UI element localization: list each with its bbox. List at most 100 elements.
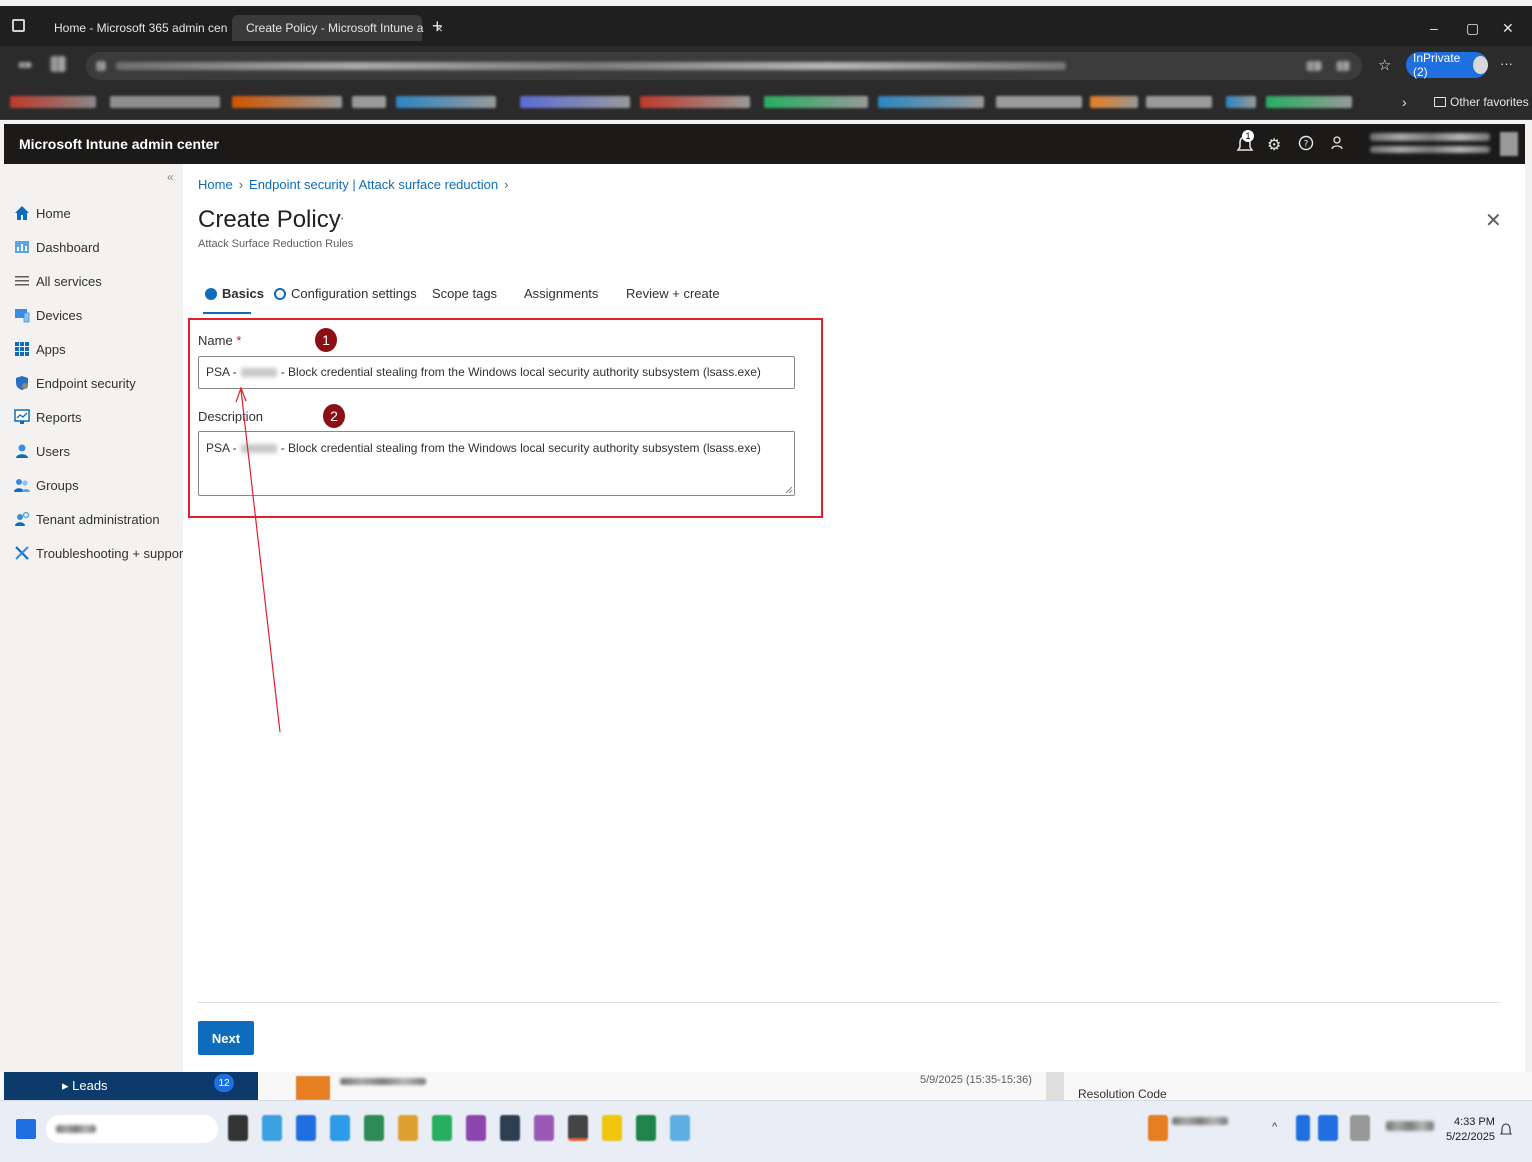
panel-divider	[1046, 1072, 1064, 1100]
favorite-item[interactable]	[878, 96, 984, 108]
taskbar-app-icon[interactable]	[296, 1115, 316, 1141]
address-bar-row: ☆ InPrivate (2) ···	[0, 46, 1532, 86]
taskbar-app-icon[interactable]	[228, 1115, 248, 1141]
tenant-admin-icon	[15, 511, 30, 526]
taskbar-app-icon[interactable]	[330, 1115, 350, 1141]
browser-menu-button[interactable]: ···	[1500, 56, 1513, 71]
page-subtitle: Attack Surface Reduction Rules	[198, 238, 354, 250]
sidebar-item-troubleshooting[interactable]: Troubleshooting + support	[14, 541, 187, 565]
sidebar-item-users[interactable]: Users	[14, 439, 70, 463]
clock-time: 4:33 PM	[1453, 1116, 1495, 1128]
favorite-item[interactable]	[1226, 96, 1256, 108]
collapse-sidebar-button[interactable]: «	[167, 170, 174, 184]
breadcrumb-home-link[interactable]: Home	[198, 177, 233, 192]
new-tab-button[interactable]: +	[432, 16, 443, 37]
inprivate-badge[interactable]: InPrivate (2)	[1406, 51, 1488, 79]
notification-bell-icon[interactable]	[1500, 1123, 1512, 1137]
browser-tab-intune[interactable]: Create Policy - Microsoft Intune a ×	[232, 15, 443, 41]
sidebar-item-home[interactable]: Home	[14, 201, 71, 225]
favorite-item[interactable]	[640, 96, 750, 108]
sidebar-item-dashboard[interactable]: Dashboard	[14, 235, 100, 259]
url-input[interactable]	[86, 52, 1362, 80]
sidebar-item-tenant-administration[interactable]: Tenant administration	[14, 507, 160, 531]
leads-count-badge: 12	[214, 1074, 234, 1092]
record-date-range: 5/9/2025 (15:35-15:36)	[920, 1074, 1032, 1086]
tray-icon[interactable]	[1318, 1115, 1338, 1141]
restore-button[interactable]: ▢	[1466, 20, 1479, 37]
site-info-icon[interactable]	[96, 61, 106, 71]
breadcrumb-endpoint-security-link[interactable]: Endpoint security | Attack surface reduc…	[249, 177, 498, 192]
favorite-item[interactable]	[1266, 96, 1352, 108]
settings-gear-icon[interactable]: ⚙	[1267, 135, 1281, 155]
favorite-item[interactable]	[232, 96, 342, 108]
reload-icon[interactable]	[50, 56, 66, 74]
sidebar-item-apps[interactable]: Apps	[14, 337, 66, 361]
taskbar-app-icon-active[interactable]	[568, 1115, 588, 1141]
tab-actions-icon[interactable]	[12, 19, 25, 32]
feedback-icon[interactable]	[1330, 135, 1346, 156]
favorite-item[interactable]	[1090, 96, 1138, 108]
help-icon[interactable]: ?	[1298, 135, 1314, 156]
favorite-item[interactable]	[520, 96, 630, 108]
sidebar-item-endpoint-security[interactable]: Endpoint security	[14, 371, 136, 395]
more-options-button[interactable]: ···	[329, 210, 345, 228]
browser-tab-m365[interactable]: Home - Microsoft 365 admin cen ×	[40, 15, 247, 41]
tray-status-icons[interactable]	[1386, 1121, 1434, 1131]
taskbar-app-icon[interactable]	[466, 1115, 486, 1141]
tab-basics[interactable]: Basics	[205, 286, 264, 301]
taskbar-app-icon[interactable]	[432, 1115, 452, 1141]
next-button[interactable]: Next	[198, 1021, 254, 1055]
taskbar-app-icon[interactable]	[500, 1115, 520, 1141]
favorite-item[interactable]	[1146, 96, 1212, 108]
taskbar-app-icon[interactable]	[670, 1115, 690, 1141]
favorite-item[interactable]	[396, 96, 496, 108]
resize-handle-icon[interactable]	[785, 486, 793, 494]
list-icon	[15, 276, 29, 286]
sidebar-item-reports[interactable]: Reports	[14, 405, 82, 429]
close-blade-button[interactable]: ✕	[1485, 208, 1502, 233]
favorites-overflow-icon[interactable]: ›	[1402, 94, 1407, 110]
shield-icon	[16, 376, 28, 390]
tray-overflow-icon[interactable]: ^	[1272, 1121, 1277, 1133]
sidebar-item-devices[interactable]: Devices	[14, 303, 82, 327]
groups-icon	[14, 479, 30, 492]
favorite-item[interactable]	[352, 96, 386, 108]
favorite-item[interactable]	[764, 96, 868, 108]
resolution-code-label: Resolution Code	[1078, 1087, 1167, 1100]
tray-icon[interactable]	[1296, 1115, 1310, 1141]
taskbar-app-icon[interactable]	[262, 1115, 282, 1141]
tab-configuration-settings[interactable]: Configuration settings	[274, 286, 417, 301]
taskbar-app-icon[interactable]	[636, 1115, 656, 1141]
weather-icon[interactable]	[1148, 1115, 1168, 1141]
minimize-button[interactable]: –	[1430, 20, 1438, 36]
start-icon[interactable]	[16, 1119, 36, 1139]
read-aloud-icon[interactable]	[1306, 61, 1322, 71]
taskbar-app-icon[interactable]	[398, 1115, 418, 1141]
taskbar-search[interactable]	[46, 1115, 218, 1143]
tab-assignments[interactable]: Assignments	[524, 286, 598, 301]
back-icon[interactable]	[18, 58, 32, 72]
favorites-icon[interactable]: ☆	[1378, 56, 1391, 74]
tray-icon[interactable]	[1350, 1115, 1370, 1141]
inprivate-label: InPrivate (2)	[1413, 51, 1461, 79]
account-avatar[interactable]	[1500, 132, 1518, 156]
taskbar-app-icon[interactable]	[602, 1115, 622, 1141]
other-favorites[interactable]: Other favorites	[1434, 95, 1529, 109]
app-title[interactable]: Microsoft Intune admin center	[19, 136, 219, 152]
favorite-item[interactable]	[110, 96, 220, 108]
favorite-item[interactable]	[10, 96, 96, 108]
account-name-redacted[interactable]	[1370, 133, 1490, 141]
taskbar-app-icon[interactable]	[364, 1115, 384, 1141]
favorite-item[interactable]	[996, 96, 1082, 108]
favorite-star-icon[interactable]	[1336, 61, 1350, 71]
taskbar-clock[interactable]: 4:33 PM 5/22/2025	[1446, 1115, 1495, 1145]
taskbar-app-icon[interactable]	[534, 1115, 554, 1141]
breadcrumb-separator: ›	[238, 177, 244, 192]
sidebar-item-groups[interactable]: Groups	[14, 473, 79, 497]
devices-icon	[15, 309, 30, 323]
tab-scope-tags[interactable]: Scope tags	[432, 286, 497, 301]
tab-review-create[interactable]: Review + create	[626, 286, 720, 301]
sidebar-item-all-services[interactable]: All services	[14, 269, 102, 293]
close-window-button[interactable]: ✕	[1502, 20, 1514, 37]
notifications-icon[interactable]: 1	[1236, 130, 1254, 160]
